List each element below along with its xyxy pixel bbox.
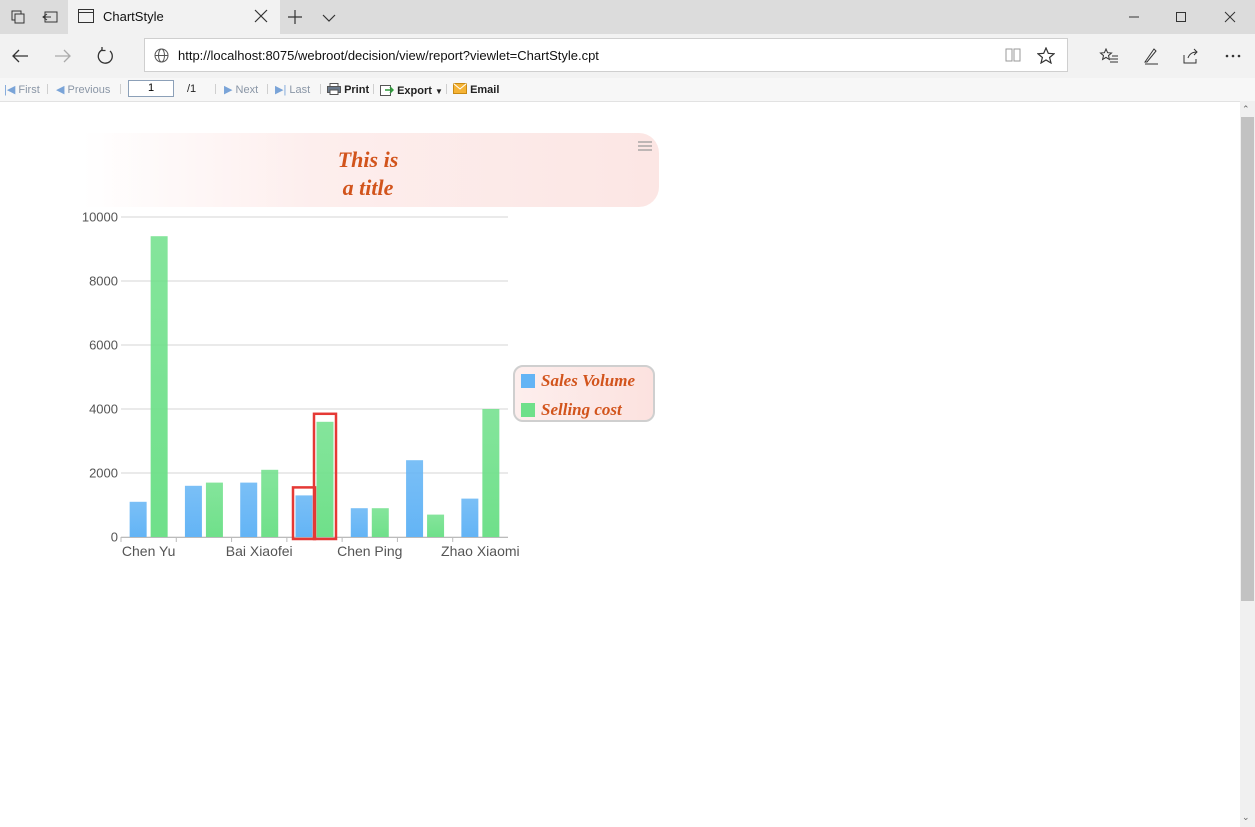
bar-sales-volume: [184, 485, 202, 537]
bar-selling-cost: [371, 508, 389, 537]
y-tick-label: 10000: [82, 210, 118, 225]
y-tick-label: 6000: [89, 338, 118, 353]
pen-notes-icon[interactable]: [1135, 40, 1167, 72]
scroll-up-icon[interactable]: ⌃: [1242, 104, 1250, 115]
x-tick-label: Chen Ping: [337, 543, 402, 559]
more-options-icon[interactable]: [1217, 40, 1249, 72]
y-tick-label: 4000: [89, 402, 118, 417]
legend-swatch: [521, 374, 535, 388]
legend-label: Selling cost: [541, 400, 622, 419]
minimize-icon[interactable]: [1111, 0, 1157, 34]
chart-legend: Sales Volume Selling cost: [513, 365, 655, 422]
x-tick-label: Chen Yu: [122, 543, 175, 559]
bar-sales-volume: [240, 482, 258, 537]
legend-swatch: [521, 403, 535, 417]
bar-selling-cost: [316, 421, 334, 537]
y-tick-label: 0: [111, 530, 118, 545]
bar-sales-volume: [295, 495, 313, 537]
legend-label: Sales Volume: [541, 371, 635, 390]
favorites-list-icon[interactable]: [1093, 40, 1125, 72]
bar-sales-volume: [461, 498, 479, 537]
scroll-down-icon[interactable]: ⌄: [1242, 812, 1250, 823]
maximize-icon[interactable]: [1158, 0, 1204, 34]
bar-selling-cost: [261, 469, 279, 537]
favorite-star-icon[interactable]: [1036, 46, 1056, 69]
bar-selling-cost: [427, 514, 445, 537]
bar-sales-volume: [129, 501, 147, 537]
bar-selling-cost: [482, 409, 500, 537]
bar-selling-cost: [205, 482, 223, 537]
scrollbar-thumb[interactable]: [1241, 117, 1254, 601]
bar-chart: 10000 8000 6000 4000 2000 0 Chen Yu Bai Xiaofei…: [82, 210, 520, 560]
share-icon[interactable]: [1175, 40, 1207, 72]
bar-sales-volume: [350, 508, 368, 537]
y-tick-label: 2000: [89, 466, 118, 481]
x-tick-label: Bai Xiaofei: [226, 543, 293, 559]
x-tick-label: Zhao Xiaomi: [441, 543, 520, 559]
bar-selling-cost: [150, 236, 168, 537]
reading-view-icon[interactable]: [1005, 48, 1021, 67]
y-tick-label: 8000: [89, 274, 118, 289]
close-window-icon[interactable]: [1207, 0, 1253, 34]
bar-sales-volume: [406, 460, 424, 537]
